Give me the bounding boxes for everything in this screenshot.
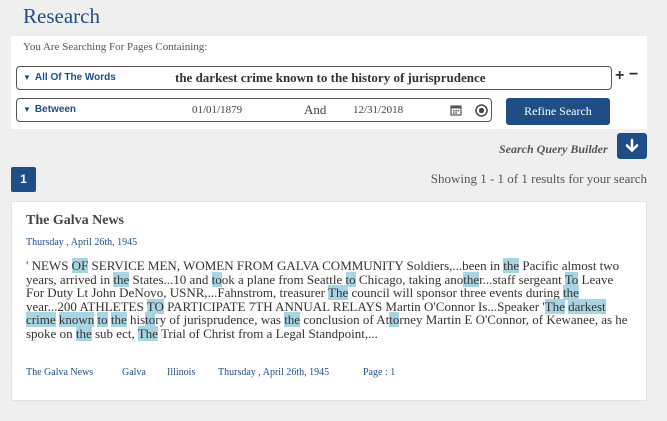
- date-to-input[interactable]: 12/31/2018: [353, 104, 403, 116]
- highlighted-term: the: [75, 325, 92, 341]
- and-label: And: [304, 102, 327, 117]
- highlighted-term: The: [137, 325, 158, 341]
- result-title[interactable]: The Galva News: [26, 213, 124, 229]
- caret-down-icon: ▼: [23, 73, 31, 82]
- result-date: Thursday , April 26th, 1945: [26, 237, 138, 248]
- result-page-link[interactable]: Page : 1: [363, 367, 395, 378]
- remove-row-button[interactable]: −: [629, 66, 638, 84]
- results-summary: Showing 1 - 1 of 1 results for your sear…: [430, 171, 647, 186]
- query-builder-toggle-button[interactable]: [617, 133, 647, 159]
- highlighted-term: to: [389, 312, 400, 327]
- plus-icon: +: [615, 67, 625, 84]
- search-query-builder-label: Search Query Builder: [499, 142, 608, 156]
- date-range-row: ▼ Between 01/01/1879 And 12/31/2018: [16, 98, 492, 122]
- arrow-down-icon: [625, 138, 639, 153]
- result-city-link[interactable]: Galva: [122, 367, 146, 378]
- date-from-input[interactable]: 01/01/1879: [192, 104, 242, 116]
- snippet-text: sub ect,: [91, 325, 138, 341]
- match-mode-select[interactable]: ▼ All Of The Words: [23, 72, 116, 83]
- result-state-link[interactable]: Illinois: [167, 367, 195, 378]
- result-publication-link[interactable]: The Galva News: [26, 367, 93, 378]
- search-panel: You Are Searching For Pages Containing: …: [11, 36, 647, 129]
- highlighted-term: to: [145, 312, 156, 327]
- add-row-button[interactable]: +: [615, 67, 624, 85]
- page-title: Research: [23, 4, 100, 28]
- result-date-link[interactable]: Thursday , April 26th, 1945: [218, 367, 329, 378]
- result-card: The Galva News Thursday , April 26th, 19…: [11, 201, 647, 401]
- date-mode-label: Between: [34, 104, 77, 115]
- snippet-text: Trial of Christ from a Legal Standpoint,…: [157, 325, 378, 341]
- date-mode-select[interactable]: ▼ Between: [23, 104, 76, 115]
- match-mode-label: All Of The Words: [34, 72, 116, 83]
- caret-down-icon: ▼: [23, 105, 31, 114]
- search-terms-row: ▼ All Of The Words the darkest crime know…: [16, 66, 612, 90]
- calendar-icon[interactable]: [450, 104, 462, 116]
- search-terms-input[interactable]: the darkest crime known to the history o…: [175, 70, 486, 86]
- page-button[interactable]: 1: [11, 167, 36, 192]
- refine-search-button[interactable]: Refine Search: [506, 98, 610, 125]
- search-subtitle: You Are Searching For Pages Containing:: [23, 41, 208, 53]
- minus-icon: −: [629, 66, 639, 83]
- clear-icon[interactable]: [475, 104, 488, 117]
- result-snippet: ' NEWS OF SERVICE MEN, WOMEN FROM GALVA …: [26, 258, 632, 341]
- highlighted-term: the: [563, 285, 579, 300]
